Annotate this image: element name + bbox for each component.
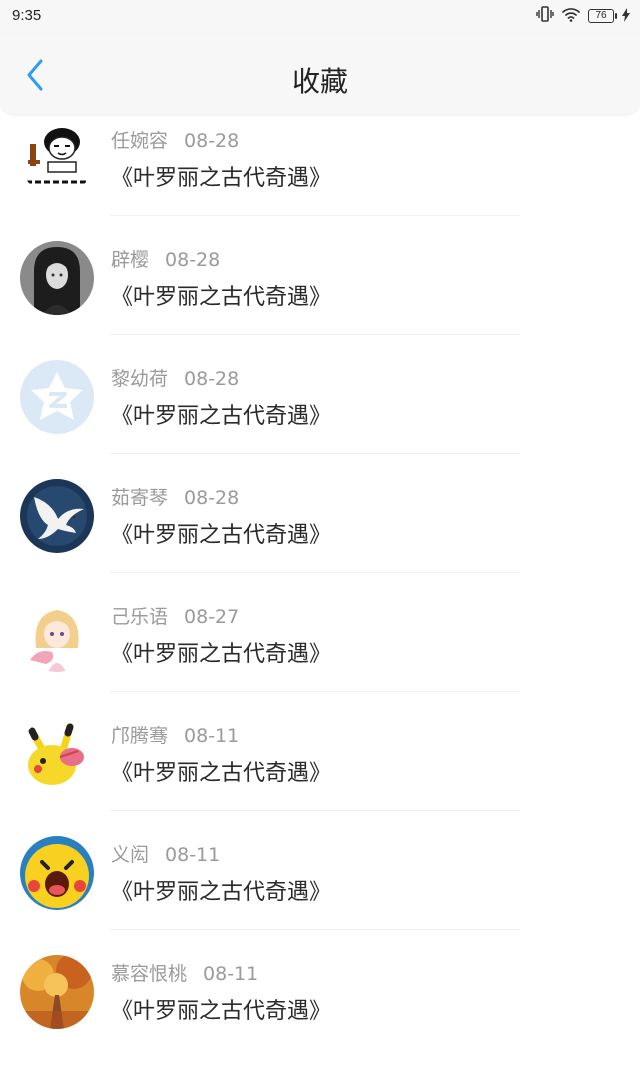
item-date: 08-11: [184, 725, 240, 747]
book-title: 《叶罗丽之古代奇遇》: [111, 166, 332, 191]
book-title: 《叶罗丽之古代奇遇》: [111, 404, 332, 429]
item-meta: 邝腾骞 08-11: [111, 721, 239, 748]
item-date: 08-11: [203, 963, 259, 985]
divider: [110, 810, 520, 811]
item-date: 08-28: [184, 130, 240, 152]
divider: [110, 572, 520, 573]
battery-icon: 76: [588, 9, 617, 23]
list-item[interactable]: 茹寄琴 08-28 《叶罗丽之古代奇遇》: [0, 471, 640, 590]
item-meta: 慕容恨桃 08-11: [111, 959, 258, 986]
item-date: 08-11: [165, 844, 221, 866]
item-date: 08-27: [184, 606, 240, 628]
anime-girl-avatar: [20, 598, 94, 672]
girl-portrait-avatar: [20, 241, 94, 315]
divider: [110, 691, 520, 692]
user-name: 辟樱: [111, 249, 150, 271]
user-name: 黎幼荷: [111, 368, 169, 390]
divider: [110, 334, 520, 335]
list-item[interactable]: 己乐语 08-27 《叶罗丽之古代奇遇》: [0, 590, 640, 709]
dove-avatar: [20, 479, 94, 553]
item-meta: 黎幼荷 08-28: [111, 364, 239, 391]
book-title: 《叶罗丽之古代奇遇》: [111, 285, 332, 310]
divider: [110, 929, 520, 930]
meme-avatar: [20, 122, 94, 196]
item-meta: 任婉容 08-28: [111, 126, 239, 153]
book-title: 《叶罗丽之古代奇遇》: [111, 999, 332, 1024]
user-name: 慕容恨桃: [111, 963, 188, 985]
user-name: 茹寄琴: [111, 487, 169, 509]
pikachu-avatar: [20, 717, 94, 791]
item-date: 08-28: [184, 368, 240, 390]
list-item[interactable]: 义闳 08-11 《叶罗丽之古代奇遇》: [0, 828, 640, 947]
item-meta: 义闳 08-11: [111, 840, 220, 867]
status-bar: 9:35 76: [0, 0, 640, 34]
item-meta: 茹寄琴 08-28: [111, 483, 239, 510]
book-title: 《叶罗丽之古代奇遇》: [111, 523, 332, 548]
list-item[interactable]: 辟樱 08-28 《叶罗丽之古代奇遇》: [0, 233, 640, 352]
book-title: 《叶罗丽之古代奇遇》: [111, 642, 332, 667]
wifi-icon: [562, 7, 580, 26]
divider: [110, 215, 520, 216]
status-icons: 76: [536, 6, 630, 26]
user-name: 任婉容: [111, 130, 169, 152]
list-item[interactable]: 邝腾骞 08-11 《叶罗丽之古代奇遇》: [0, 709, 640, 828]
vibrate-icon: [536, 6, 554, 26]
qzone-default-avatar: [20, 360, 94, 434]
charging-icon: [622, 7, 630, 26]
item-meta: 辟樱 08-28: [111, 245, 220, 272]
favorites-list: 任婉容 08-28 《叶罗丽之古代奇遇》 辟樱 08-28 《叶罗丽之古代奇遇》 黎…: [0, 114, 640, 1066]
item-meta: 己乐语 08-27: [111, 602, 239, 629]
list-item[interactable]: 慕容恨桃 08-11 《叶罗丽之古代奇遇》: [0, 947, 640, 1066]
book-title: 《叶罗丽之古代奇遇》: [111, 761, 332, 786]
user-name: 义闳: [111, 844, 150, 866]
pikachu-face-avatar: [20, 836, 94, 910]
divider: [110, 453, 520, 454]
status-time: 9:35: [12, 7, 42, 24]
item-date: 08-28: [165, 249, 221, 271]
item-date: 08-28: [184, 487, 240, 509]
user-name: 邝腾骞: [111, 725, 169, 747]
book-title: 《叶罗丽之古代奇遇》: [111, 880, 332, 905]
page-title: 收藏: [291, 65, 348, 98]
header: 收藏: [0, 34, 640, 114]
list-item[interactable]: 任婉容 08-28 《叶罗丽之古代奇遇》: [0, 114, 640, 233]
list-item[interactable]: 黎幼荷 08-28 《叶罗丽之古代奇遇》: [0, 352, 640, 471]
user-name: 己乐语: [111, 606, 169, 628]
autumn-road-avatar: [20, 955, 94, 1029]
